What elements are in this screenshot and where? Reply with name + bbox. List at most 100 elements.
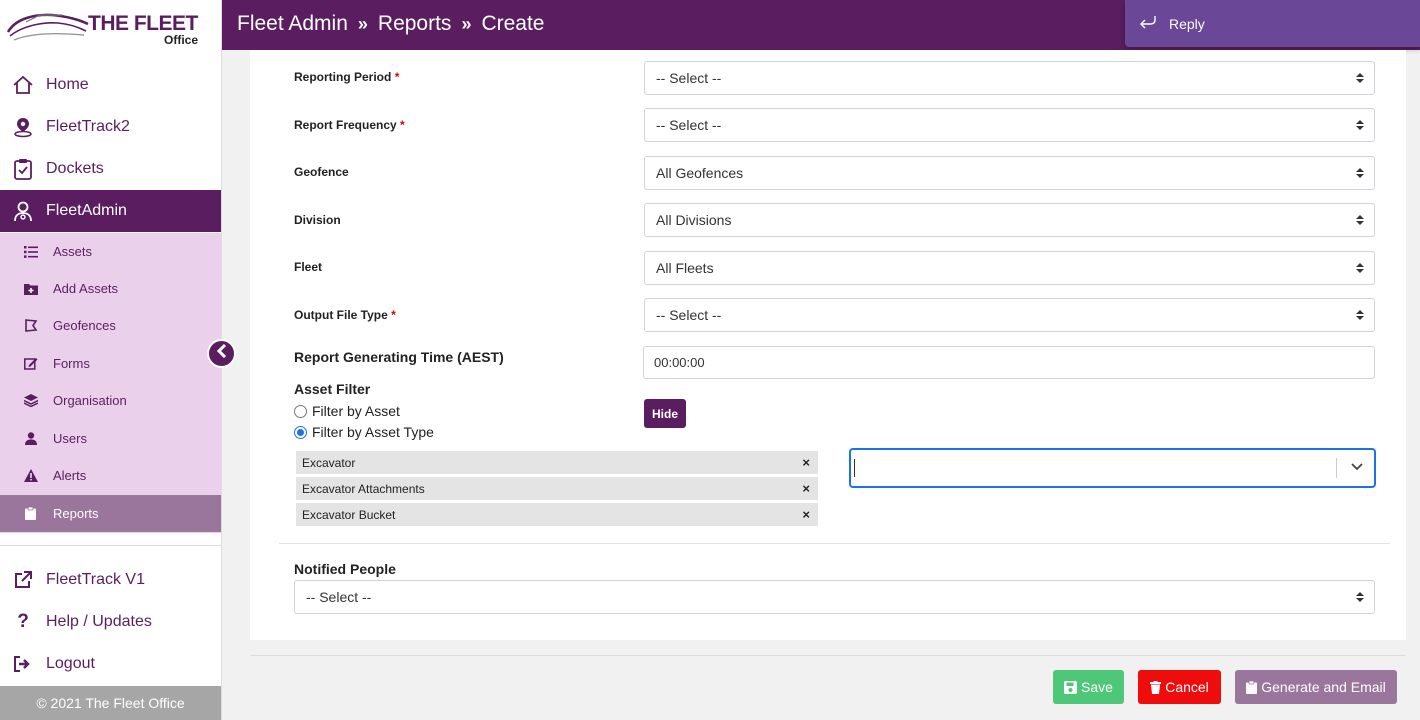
- folder-plus-icon: [0, 283, 53, 295]
- breadcrumb-item-create: Create: [481, 12, 545, 35]
- reporting-period-select[interactable]: -- Select --: [644, 61, 1375, 95]
- reply-button[interactable]: Reply: [1125, 0, 1420, 47]
- sidebar-item-label: Help / Updates: [46, 613, 152, 630]
- radio-filter-by-asset-type[interactable]: [294, 425, 307, 439]
- chip-label: Excavator Bucket: [302, 507, 396, 522]
- report-time-input[interactable]: 00:00:00: [643, 346, 1375, 379]
- output-file-type-select[interactable]: -- Select --: [644, 298, 1375, 332]
- sidebar-item-users[interactable]: Users: [0, 420, 221, 457]
- input-value: 00:00:00: [654, 355, 705, 370]
- trash-icon: [1150, 680, 1162, 694]
- copyright-text: © 2021 The Fleet Office: [36, 695, 185, 711]
- logo[interactable]: THE FLEET Office: [0, 0, 221, 50]
- chevron-down-icon[interactable]: [1350, 460, 1364, 474]
- select-value: All Geofences: [656, 165, 744, 181]
- select-value: -- Select --: [656, 117, 722, 133]
- select-value: -- Select --: [656, 70, 722, 86]
- sidebar-item-forms[interactable]: Forms: [0, 345, 221, 382]
- select-value: All Divisions: [656, 212, 732, 228]
- sidebar-collapse-button[interactable]: [207, 339, 236, 368]
- save-button[interactable]: Save: [1053, 670, 1124, 704]
- radio-filter-by-asset[interactable]: [294, 404, 307, 418]
- select-value: All Fleets: [656, 260, 714, 276]
- report-frequency-select[interactable]: -- Select --: [644, 108, 1375, 142]
- output-file-type-label: Output File Type *: [294, 308, 396, 322]
- sidebar-item-dockets[interactable]: Dockets: [0, 148, 221, 190]
- hide-button[interactable]: Hide: [644, 399, 686, 428]
- select-arrows-icon: [1356, 263, 1364, 273]
- sidebar-item-assets[interactable]: Assets: [0, 233, 221, 270]
- map-pin-icon: [0, 116, 46, 138]
- sidebar-item-label: FleetTrack2: [46, 118, 130, 135]
- breadcrumb-separator-icon: »: [357, 13, 368, 34]
- select-separator: [1336, 458, 1337, 478]
- sidebar-item-label: Dockets: [46, 160, 104, 177]
- user-icon: [0, 432, 53, 445]
- text-cursor: [854, 459, 855, 477]
- list-icon: [0, 245, 53, 258]
- remove-chip-icon[interactable]: ×: [802, 481, 810, 496]
- cancel-button[interactable]: Cancel: [1138, 670, 1221, 704]
- select-value: -- Select --: [306, 589, 372, 605]
- sidebar-item-label: FleetTrack V1: [46, 571, 145, 588]
- remove-chip-icon[interactable]: ×: [802, 455, 810, 470]
- remove-chip-icon[interactable]: ×: [802, 507, 810, 522]
- breadcrumb-item-fleet-admin[interactable]: Fleet Admin: [237, 12, 348, 36]
- asset-type-chip: Excavator ×: [296, 451, 818, 474]
- select-value: -- Select --: [656, 307, 722, 323]
- asset-filter-label: Asset Filter: [294, 381, 371, 397]
- breadcrumb-item-reports[interactable]: Reports: [378, 12, 452, 36]
- sidebar-item-label: FleetAdmin: [46, 202, 127, 219]
- external-link-icon: [0, 571, 46, 589]
- generate-label: Generate and Email: [1261, 679, 1386, 695]
- sidebar-item-label: Forms: [53, 356, 90, 371]
- report-frequency-label: Report Frequency *: [294, 118, 405, 132]
- geofence-label: Geofence: [294, 165, 349, 179]
- sidebar-item-label: Users: [53, 431, 87, 446]
- sidebar-item-help[interactable]: ? Help / Updates: [0, 601, 221, 643]
- notified-people-label: Notified People: [294, 561, 396, 577]
- sidebar-footer: © 2021 The Fleet Office: [0, 686, 221, 720]
- clipboard-check-icon: [0, 158, 46, 180]
- select-arrows-icon: [1356, 592, 1364, 602]
- sidebar-item-add-assets[interactable]: Add Assets: [0, 270, 221, 307]
- geofence-select[interactable]: All Geofences: [644, 156, 1375, 190]
- sidebar-item-organisation[interactable]: Organisation: [0, 382, 221, 419]
- logout-icon: [0, 656, 46, 672]
- reply-label: Reply: [1169, 15, 1205, 32]
- warning-icon: [0, 469, 53, 482]
- clipboard-icon: [0, 507, 53, 520]
- map-area-icon: [0, 319, 53, 332]
- radio-label: Filter by Asset: [312, 403, 400, 419]
- floppy-disk-icon: [1064, 680, 1078, 694]
- select-arrows-icon: [1356, 120, 1364, 130]
- question-icon: ?: [17, 611, 29, 632]
- filter-by-asset-type-option[interactable]: Filter by Asset Type: [294, 424, 434, 440]
- sidebar-item-logout[interactable]: Logout: [0, 643, 221, 685]
- sidebar-item-reports[interactable]: Reports: [0, 495, 221, 532]
- sidebar: THE FLEET Office Home FleetTrack2 Docket…: [0, 0, 222, 720]
- generate-and-email-button[interactable]: Generate and Email: [1235, 670, 1397, 704]
- sidebar-item-fleetadmin[interactable]: FleetAdmin: [0, 190, 221, 232]
- division-label: Division: [294, 213, 341, 227]
- division-select[interactable]: All Divisions: [644, 203, 1375, 237]
- asset-type-search-select[interactable]: [849, 448, 1376, 488]
- radio-label: Filter by Asset Type: [312, 424, 434, 440]
- edit-icon: [0, 357, 53, 370]
- sidebar-item-alerts[interactable]: Alerts: [0, 457, 221, 494]
- save-label: Save: [1081, 679, 1113, 695]
- fleet-select[interactable]: All Fleets: [644, 251, 1375, 285]
- select-arrows-icon: [1356, 73, 1364, 83]
- notified-people-select[interactable]: -- Select --: [294, 580, 1375, 614]
- sidebar-item-label: Alerts: [53, 468, 87, 483]
- chip-label: Excavator Attachments: [302, 481, 425, 496]
- report-time-label: Report Generating Time (AEST): [294, 349, 504, 365]
- sidebar-item-fleettrack-v1[interactable]: FleetTrack V1: [0, 559, 221, 601]
- clipboard-icon: [1246, 680, 1258, 694]
- sidebar-item-geofences[interactable]: Geofences: [0, 307, 221, 344]
- breadcrumb-separator-icon: »: [461, 13, 472, 34]
- select-arrows-icon: [1356, 310, 1364, 320]
- sidebar-item-home[interactable]: Home: [0, 64, 221, 106]
- sidebar-item-fleettrack2[interactable]: FleetTrack2: [0, 106, 221, 148]
- filter-by-asset-option[interactable]: Filter by Asset: [294, 403, 400, 419]
